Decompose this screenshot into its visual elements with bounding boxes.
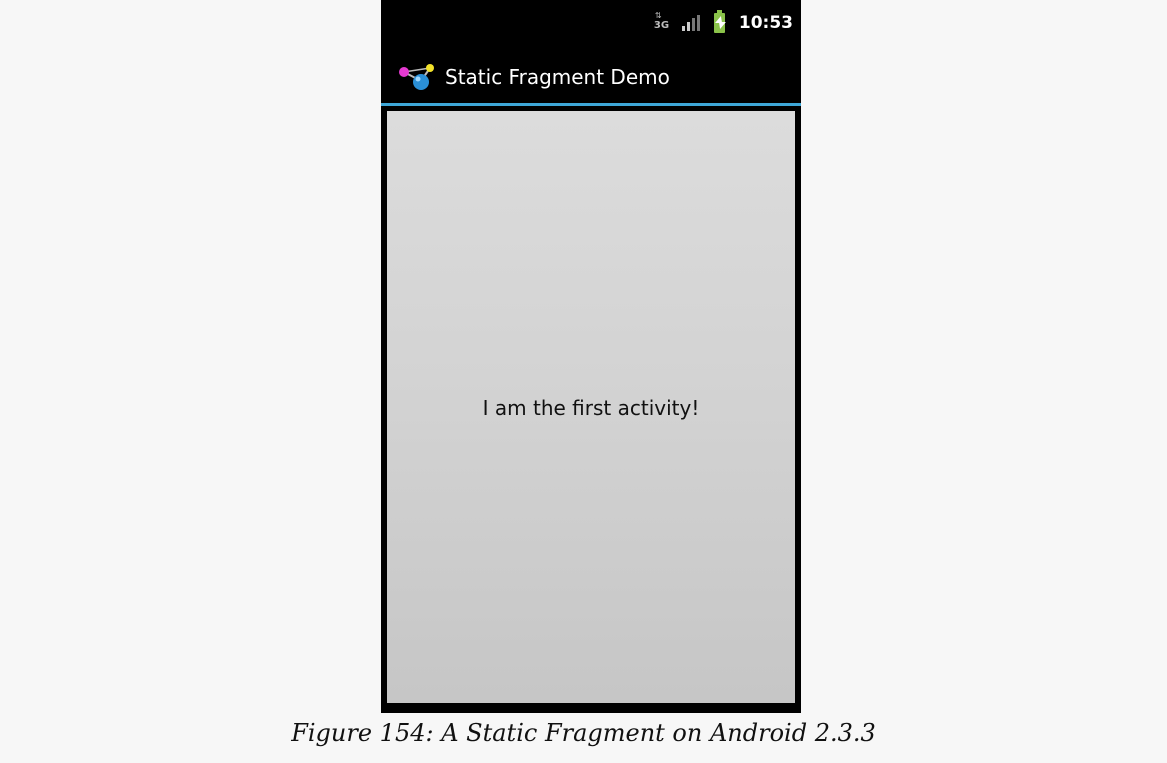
battery-charging-icon [713,10,726,33]
network-label: 3G [653,20,670,31]
status-icons: ⇅ 3G 10:53 [654,10,793,36]
network-3g-icon: ⇅ 3G [653,11,670,34]
phone-screen: ⇅ 3G 10:53 Static Fragment Demo I am the… [381,0,801,713]
title-bar: Static Fragment Demo [381,46,801,106]
status-bar: ⇅ 3G 10:53 [381,0,801,46]
figure-caption: Figure 154: A Static Fragment on Android… [291,719,876,747]
status-clock: 10:53 [738,13,793,33]
page: ⇅ 3G 10:53 Static Fragment Demo I am the… [0,0,1167,763]
signal-icon [681,15,700,31]
app-molecule-icon [399,64,434,90]
fragment-content: I am the first activity! [387,111,795,703]
app-title: Static Fragment Demo [445,65,670,89]
activity-message: I am the first activity! [482,396,700,420]
network-arrows: ⇅ [654,11,662,20]
